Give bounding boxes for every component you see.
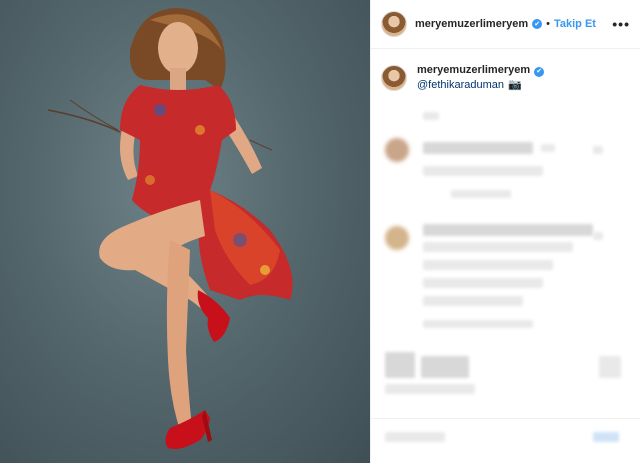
blurred-text [385,384,475,394]
blurred-text [423,296,523,306]
blurred-text [593,232,603,240]
blurred-text [423,260,553,270]
photographer-mention[interactable]: @fethikaraduman [417,79,504,91]
camera-icon: 📷 [508,79,522,91]
comment-avatar [385,226,409,250]
blurred-comment-input[interactable] [385,432,445,442]
post-photo[interactable] [0,0,370,463]
author-avatar[interactable] [381,11,407,37]
author-username[interactable]: meryemuzerlimeryem [415,18,528,30]
blurred-text [423,242,573,252]
blurred-icon [421,356,469,378]
follow-button[interactable]: Takip Et [554,18,596,30]
post-caption: meryemuzerlimeryem ✔ @fethikaraduman 📷 [371,49,640,93]
blurred-icon [385,352,415,378]
comments-panel: meryemuzerlimeryem ✔ • Takip Et ••• mery… [370,0,640,463]
comment-divider [371,418,640,419]
verified-icon: ✔ [532,19,543,29]
caption-username[interactable]: meryemuzerlimeryem [417,64,530,76]
photo-illustration [47,8,293,449]
verified-icon: ✔ [534,66,545,77]
header-separator: • [546,18,550,30]
blurred-text [423,278,543,288]
instagram-post: meryemuzerlimeryem ✔ • Takip Et ••• mery… [0,0,640,463]
post-header: meryemuzerlimeryem ✔ • Takip Et ••• [371,0,640,49]
blurred-text [423,142,533,154]
blurred-text [423,224,593,236]
blurred-text [593,146,603,154]
blurred-text [451,190,511,198]
blurred-text [423,320,533,328]
blurred-text [541,144,555,152]
caption-avatar[interactable] [381,65,407,91]
blurred-post-button[interactable] [593,432,619,442]
caption-text: meryemuzerlimeryem ✔ @fethikaraduman 📷 [417,63,545,93]
comment-avatar [385,138,409,162]
blurred-icon [599,356,621,378]
blurred-text [423,166,543,176]
more-options-icon[interactable]: ••• [612,16,630,32]
blurred-text [423,112,439,120]
